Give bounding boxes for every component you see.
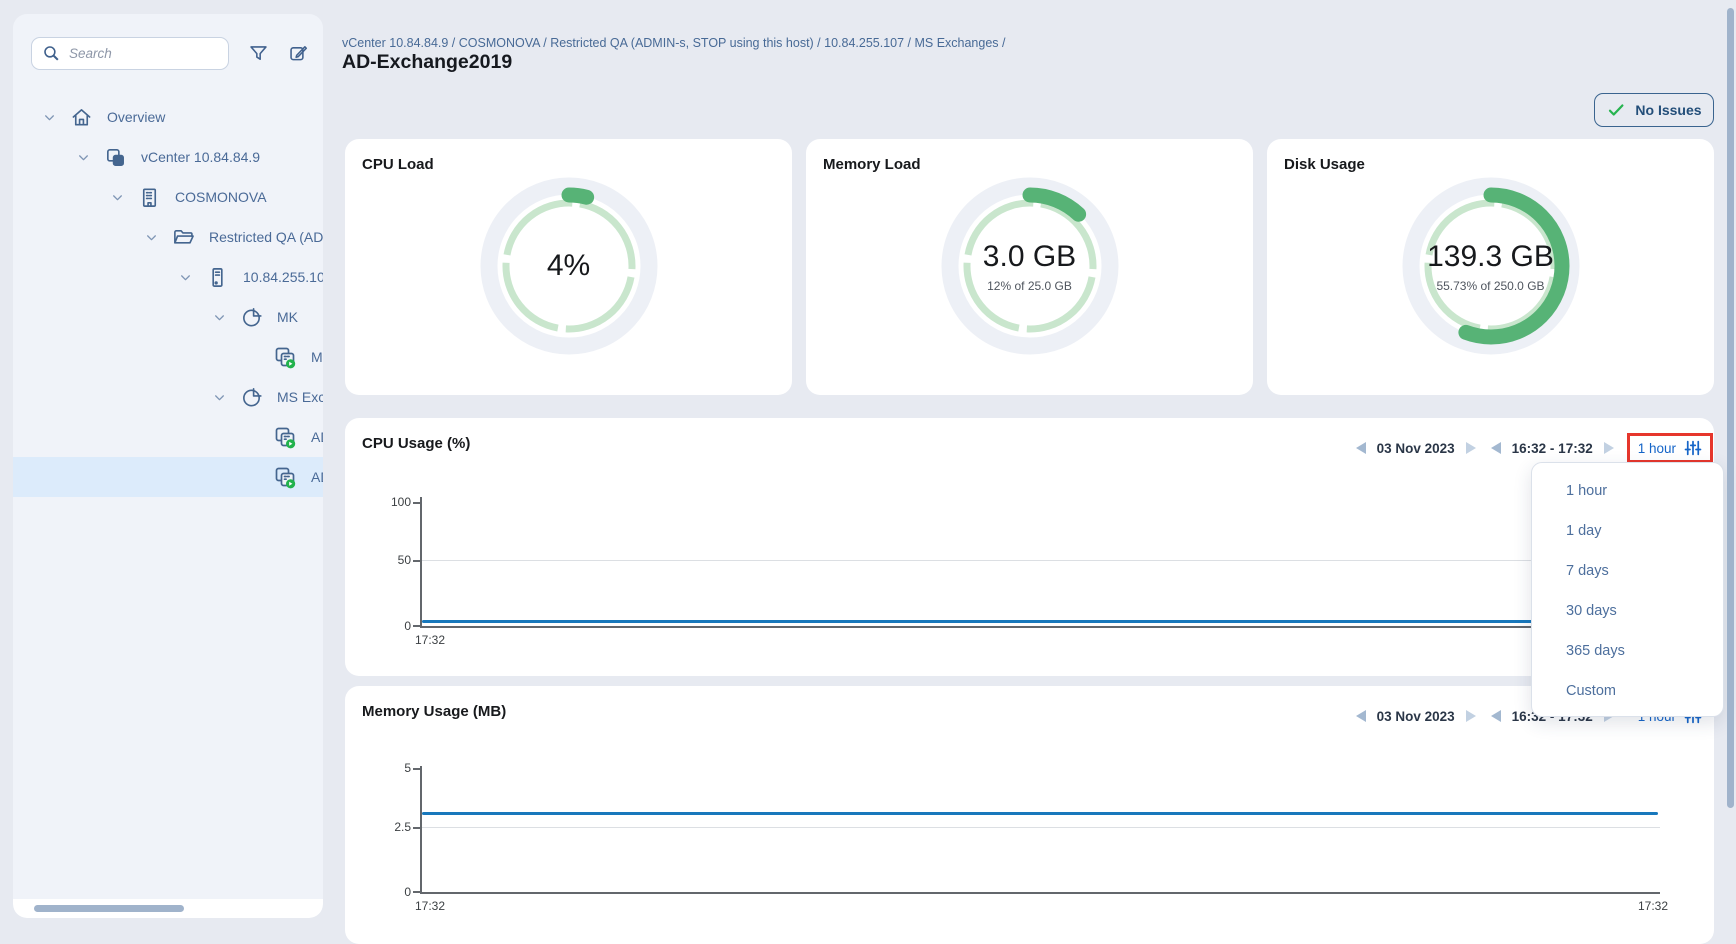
card-title: Memory Load: [823, 156, 921, 173]
cpu-usage-series-line: [422, 620, 1658, 623]
gridline-50: [422, 560, 1660, 561]
vm-icon: [273, 345, 297, 369]
x-tick-label: 17:32: [415, 633, 445, 647]
chevron-spacer: [245, 349, 261, 365]
tree-item-ad-exchange2019[interactable]: AD-Exchange2019: [13, 457, 323, 497]
vcenter-icon: [103, 145, 127, 169]
tree-item-label: MK: [277, 309, 298, 325]
period-option-30-days[interactable]: 30 days: [1532, 591, 1723, 631]
tree-item-label: AD-Exchange: [311, 429, 323, 445]
tree-item-mk-vm[interactable]: MK-VM: [13, 337, 323, 377]
tree-item-10-84-255-107[interactable]: 10.84.255.107: [13, 257, 323, 297]
sidebar-hscrollbar: [13, 899, 323, 918]
status-badge-label: No Issues: [1635, 102, 1701, 118]
y-axis: [420, 766, 422, 893]
chevron-down-icon[interactable]: [41, 109, 57, 125]
breadcrumb[interactable]: vCenter 10.84.84.9 / COSMONOVA / Restric…: [342, 36, 1006, 50]
chevron-down-icon[interactable]: [211, 389, 227, 405]
tree-item-label: 10.84.255.107: [243, 269, 323, 285]
cpu-usage-card: CPU Usage (%) 03 Nov 2023 16:32 - 17:32 …: [345, 418, 1714, 676]
tree-item-label: MK-VM: [311, 349, 323, 365]
tree-item-label: COSMONOVA: [175, 189, 267, 205]
card-title: Disk Usage: [1284, 156, 1365, 173]
vm-icon: [273, 425, 297, 449]
pool-icon: [239, 385, 263, 409]
disk-usage-gauge: 139.3 GB 55.73% of 250.0 GB: [1391, 166, 1591, 366]
tree-item-label: MS Exchanges: [277, 389, 323, 405]
chevron-down-icon[interactable]: [109, 189, 125, 205]
y-tick-label: 5: [371, 761, 411, 775]
chevron-down-icon[interactable]: [211, 309, 227, 325]
period-option-1-day[interactable]: 1 day: [1532, 511, 1723, 551]
card-title: CPU Load: [362, 156, 434, 173]
y-tick-label: 2.5: [371, 820, 411, 834]
chevron-spacer: [245, 469, 261, 485]
tree-item-label: Overview: [107, 109, 165, 125]
cpu-usage-plot: 100 50 0 17:32: [345, 418, 1714, 676]
y-tick-label: 50: [371, 553, 411, 567]
disk-usage-card: Disk Usage 139.3 GB 55.73% of 250.0 GB: [1267, 139, 1714, 395]
chevron-down-icon[interactable]: [75, 149, 91, 165]
chevron-down-icon[interactable]: [143, 229, 159, 245]
period-option-7-days[interactable]: 7 days: [1532, 551, 1723, 591]
cpu-load-card: CPU Load 4%: [345, 139, 792, 395]
tree-item-ad-exchange[interactable]: AD-Exchange: [13, 417, 323, 457]
period-dropdown: 1 hour1 day7 days30 days365 daysCustom: [1531, 462, 1724, 717]
vscrollbar-thumb[interactable]: [1727, 8, 1734, 808]
memory-usage-card: Memory Usage (MB) 03 Nov 2023 16:32 - 17…: [345, 686, 1714, 944]
x-axis: [420, 892, 1660, 894]
memory-load-card: Memory Load 3.0 GB 12% of 25.0 GB: [806, 139, 1253, 395]
search-icon: [42, 44, 61, 63]
tree-item-vcenter-10-84-84-9[interactable]: vCenter 10.84.84.9: [13, 137, 323, 177]
period-option-custom[interactable]: Custom: [1532, 671, 1723, 711]
tree-item-cosmonova[interactable]: COSMONOVA: [13, 177, 323, 217]
search-box[interactable]: [31, 37, 229, 70]
x-tick-label: 17:32: [1638, 899, 1668, 913]
period-option-1-hour[interactable]: 1 hour: [1532, 471, 1723, 511]
chevron-spacer: [245, 429, 261, 445]
tree-item-overview[interactable]: Overview: [13, 97, 323, 137]
memory-usage-plot: 5 2.5 0 17:32 17:32: [345, 686, 1714, 944]
datacenter-icon: [137, 185, 161, 209]
pool-icon: [239, 305, 263, 329]
tree-item-label: Restricted QA (ADMIN-s, STOP using this …: [209, 229, 323, 245]
vm-icon: [273, 465, 297, 489]
tree-item-label: AD-Exchange2019: [311, 469, 323, 485]
tree-item-ms-exchanges[interactable]: MS Exchanges: [13, 377, 323, 417]
y-tick-label: 0: [371, 885, 411, 899]
filter-icon[interactable]: [248, 43, 269, 64]
y-axis: [420, 497, 422, 628]
sidebar: Overview vCenter 10.84.84.9 COSMONOVA Restr…: [13, 14, 323, 918]
chevron-down-icon[interactable]: [177, 269, 193, 285]
status-badge[interactable]: No Issues: [1594, 93, 1714, 127]
tree-item-mk[interactable]: MK: [13, 297, 323, 337]
x-tick-label: 17:32: [415, 899, 445, 913]
y-tick-label: 0: [371, 619, 411, 633]
gridline-2-5: [422, 827, 1660, 828]
check-icon: [1606, 101, 1626, 119]
y-tick-label: 100: [371, 495, 411, 509]
tree: Overview vCenter 10.84.84.9 COSMONOVA Restr…: [13, 97, 323, 497]
memory-usage-series-line: [422, 812, 1658, 815]
folder-icon: [171, 225, 195, 249]
edit-icon[interactable]: [288, 43, 309, 64]
x-axis: [420, 626, 1660, 628]
memory-load-gauge: 3.0 GB 12% of 25.0 GB: [930, 166, 1130, 366]
page-title: AD-Exchange2019: [342, 51, 512, 74]
host-icon: [205, 265, 229, 289]
search-input[interactable]: [69, 46, 219, 61]
sidebar-toolbar: [31, 36, 315, 70]
tree-item-label: vCenter 10.84.84.9: [141, 149, 260, 165]
tree-item-restricted-qa-admin-s-stop-using-this-host[interactable]: Restricted QA (ADMIN-s, STOP using this …: [13, 217, 323, 257]
period-option-365-days[interactable]: 365 days: [1532, 631, 1723, 671]
hscrollbar-thumb[interactable]: [34, 905, 184, 912]
cpu-load-gauge: 4%: [469, 166, 669, 366]
home-icon: [69, 105, 93, 129]
